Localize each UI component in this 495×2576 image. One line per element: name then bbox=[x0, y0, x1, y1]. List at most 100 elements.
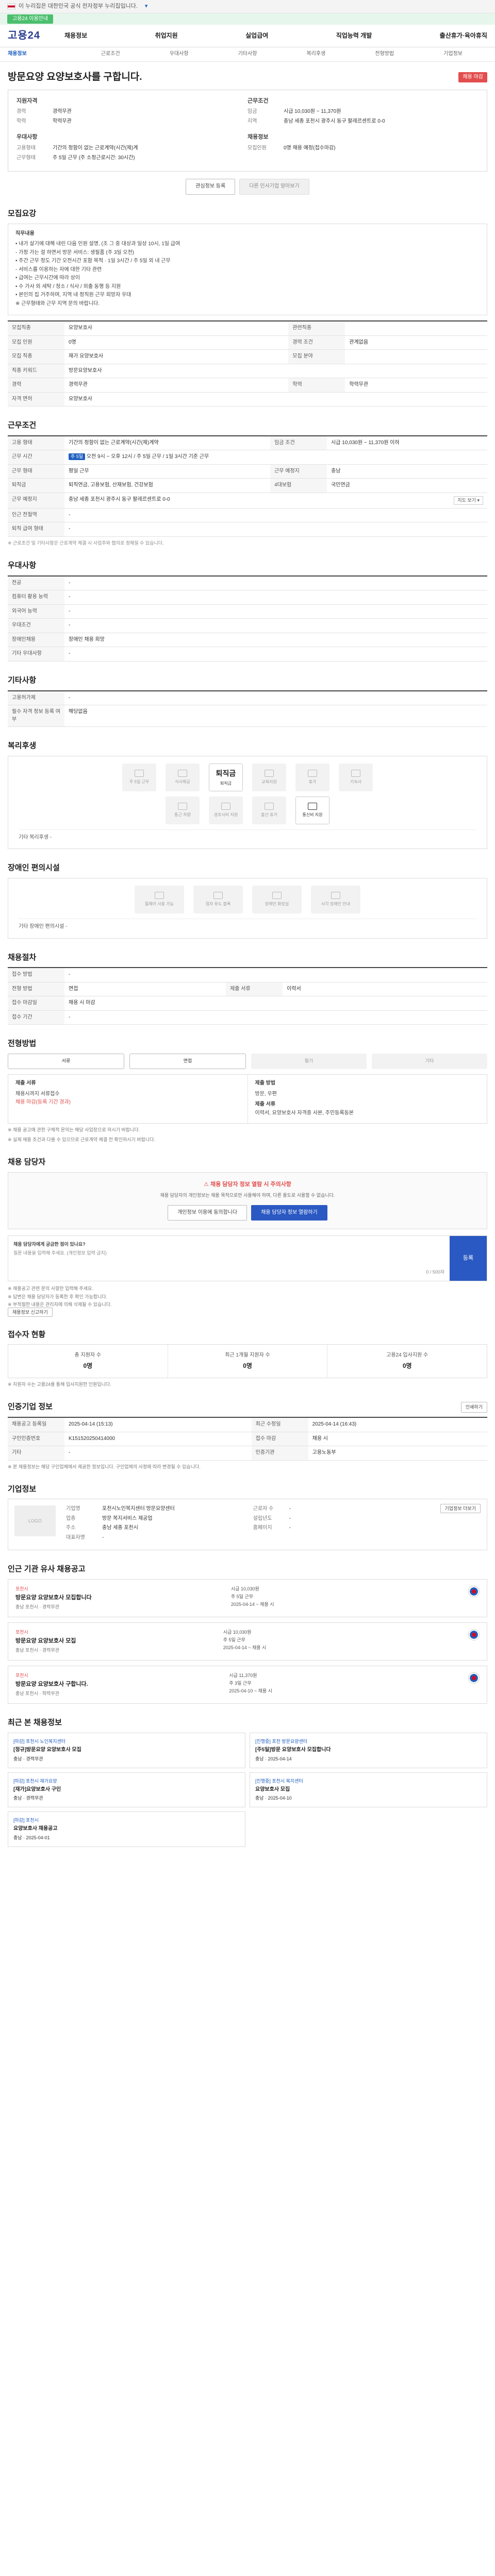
section-title-similar: 인근 기관 유사 채용공고 bbox=[8, 1565, 86, 1574]
facility-label: 휠체어 사용 가능 bbox=[145, 902, 174, 907]
stats-note: ※ 지원자 수는 고용24를 통해 입사지원한 인원입니다. bbox=[8, 1382, 111, 1387]
tab-welfare[interactable]: 복리후생 bbox=[282, 50, 350, 58]
other-company-button[interactable]: 다른 인사기업 알아보기 bbox=[239, 179, 309, 195]
welfare-label: 통신비 지원 bbox=[302, 812, 323, 817]
job-title[interactable]: 방문요양 요양보호사 모집합니다 bbox=[15, 1594, 92, 1602]
logo[interactable]: 고용24 bbox=[8, 28, 64, 43]
tab-conditions[interactable]: 근로조건 bbox=[76, 50, 145, 58]
tab-screening[interactable]: 전형방법 bbox=[350, 50, 419, 58]
viewed-meta: 충남 · 경력무관 bbox=[13, 1756, 43, 1761]
welfare-label: 퇴직금 bbox=[220, 781, 232, 786]
job-title[interactable]: 방문요양 요양보호사 구합니다. bbox=[15, 1681, 88, 1689]
viewed-tag: [진행중] 포천 방문요양센터 bbox=[255, 1739, 308, 1744]
welfare-label: 기숙사 bbox=[350, 779, 362, 784]
job-desc-line: - 서비스를 이용하는 자에 대한 기타 관련 bbox=[15, 266, 102, 273]
cell: 면접 bbox=[64, 982, 226, 997]
cell-head: 접수 마감 bbox=[251, 1432, 308, 1447]
gnb-item-benefits[interactable]: 실업급여 bbox=[245, 31, 268, 40]
screening-box: 제출 서류 채용시까지 서류접수 채용 마감(등록 기간 경과) 제출 방법 방… bbox=[8, 1074, 487, 1124]
table-row: 모집직종 요양보호사 관련직종 bbox=[8, 321, 487, 336]
viewed-card[interactable]: [마감] 포천시 요양보호사 채용공고 충남 · 2025-04-01 bbox=[8, 1811, 245, 1847]
table-row: 근무 형태 평일 근무 근무 예정지 충남 bbox=[8, 464, 487, 479]
consent-button[interactable]: 개인정보 이용에 동의합니다 bbox=[168, 1205, 248, 1221]
cell-head: 퇴직금 bbox=[8, 478, 64, 493]
screening-red: 채용 마감(등록 기간 경과) bbox=[15, 1099, 71, 1106]
job-title[interactable]: 방문요양 요양보호사 모집 bbox=[15, 1637, 76, 1646]
scrap-button[interactable]: 관심정보 등록 bbox=[186, 179, 236, 195]
contact-warn-text: 채용 담당자 정보 열람 시 주의사항 bbox=[210, 1181, 291, 1188]
table-row: 컴퓨터 활용 능력 - bbox=[8, 590, 487, 605]
guide-icon bbox=[331, 892, 340, 900]
tab-preference[interactable]: 우대사항 bbox=[145, 50, 213, 58]
kv-key: 임금 bbox=[248, 109, 257, 115]
viewed-card[interactable]: [마감] 포천시 노인복지센터 [정규]방문요양 요양보호사 모집 충남 · 경력무… bbox=[8, 1733, 245, 1768]
cell-head: 우대조건 bbox=[8, 618, 64, 633]
job-meta: 충남 포천시 · 경력무관 bbox=[15, 1604, 60, 1610]
kv-key: 업종 bbox=[66, 1515, 76, 1521]
screening-line: 이력서, 요양보호사 자격증 사본, 주민등록등본 bbox=[255, 1110, 354, 1116]
job-org: 포천시 bbox=[15, 1673, 28, 1679]
job-desc-line: • 급여는 근무시간에 따라 상이 bbox=[15, 275, 80, 281]
welfare-label: 경조사비 지원 bbox=[213, 812, 238, 817]
qa-submit-button[interactable]: 등록 bbox=[450, 1236, 487, 1281]
viewed-card[interactable]: [진행중] 포천시 복지센터 요양보호사 모집 충남 · 2025-04-10 bbox=[250, 1772, 487, 1808]
summary-pref-head: 우대사항 bbox=[16, 134, 38, 141]
stat-value: 0명 bbox=[83, 1362, 93, 1369]
cell-head: 모집직종 bbox=[8, 321, 64, 336]
section-title-disabled: 장애인 편의시설 bbox=[8, 863, 60, 873]
viewed-title[interactable]: [주5일]방문 요양보호사 모집합니다 bbox=[255, 1747, 482, 1754]
job-desc-line: • 내가 살기에 대해 내린 다음 인원 설명, (조 그 중 대상과 일상 1… bbox=[15, 241, 180, 247]
viewed-title[interactable]: [재가]요양보호사 구인 bbox=[13, 1786, 240, 1794]
screening-left-head: 제출 서류 bbox=[15, 1080, 36, 1087]
stat-label: 총 지원자 수 bbox=[74, 1352, 102, 1359]
flag-icon bbox=[7, 4, 15, 9]
facility-item: 장애인 화장실 bbox=[252, 886, 302, 914]
report-button[interactable]: 채용정보 신고하기 bbox=[8, 1307, 53, 1317]
cell: 채용 시 bbox=[308, 1432, 487, 1447]
welfare-label: 식사제공 bbox=[175, 779, 190, 784]
gnb-item-jobs[interactable]: 채용정보 bbox=[64, 31, 87, 40]
job-desc-line: • 수 가사 외 세탁 / 청소 / 식사 / 외출 동행 등 지원 bbox=[15, 283, 121, 290]
cell: 경력무관 bbox=[64, 378, 289, 393]
print-button[interactable]: 인쇄하기 bbox=[460, 1402, 487, 1413]
screening-note: ※ 실제 채용 조건과 다를 수 있으므로 근로계약 체결 전 확인하시기 바랍… bbox=[8, 1137, 155, 1143]
gov-banner-toggle[interactable]: ▾ bbox=[145, 3, 148, 11]
table-row: 전형 방법 면접 제출 서류 이력서 bbox=[8, 982, 487, 997]
table-row: 모집 인원 0명 경력 조건 관계없음 bbox=[8, 335, 487, 350]
facility-label: 시각 장애인 안내 bbox=[321, 902, 350, 907]
stat-item: 최근 1개월 지원자 수 0명 bbox=[168, 1345, 328, 1378]
viewed-title[interactable]: 요양보호사 채용공고 bbox=[13, 1825, 240, 1833]
warning-icon: ⚠ bbox=[204, 1181, 210, 1188]
tab-recruit[interactable]: 채용정보 bbox=[8, 50, 76, 58]
summary-qual-head: 지원자격 bbox=[16, 97, 38, 104]
cell: 장애인 채용 희망 bbox=[64, 633, 487, 648]
qa-input[interactable]: 채용 담당자에게 궁금한 점이 있나요? 질문 내용을 입력해 주세요. (개인… bbox=[8, 1236, 450, 1281]
gnb-item-training[interactable]: 직업능력 개발 bbox=[336, 31, 372, 40]
gnb-item-leave[interactable]: 출산휴가·육아휴직 bbox=[440, 31, 487, 40]
job-card[interactable]: 포천시 방문요양 요양보호사 구합니다. 충남 포천시 · 학력무관 시급 11,3… bbox=[8, 1666, 487, 1704]
cell: - bbox=[64, 690, 487, 706]
contact-warn: ⚠ 채용 담당자 정보 열람 시 주의사항 bbox=[16, 1181, 478, 1189]
screening-status: 채용시까지 서류접수 bbox=[15, 1091, 60, 1097]
viewed-title[interactable]: 요양보호사 모집 bbox=[255, 1786, 482, 1794]
cell-head: 컴퓨터 활용 능력 bbox=[8, 590, 64, 605]
tab-company[interactable]: 기업정보 bbox=[419, 50, 487, 58]
guide-button[interactable]: 고용24 이용안내 bbox=[7, 14, 54, 24]
viewed-title[interactable]: [정규]방문요양 요양보호사 모집 bbox=[13, 1747, 240, 1754]
qa-note: ※ 채용공고 관련 문의 사항만 입력해 주세요. bbox=[8, 1286, 93, 1292]
section-tabs: 채용정보 근로조건 우대사항 기타사항 복리후생 전형방법 기업정보 bbox=[0, 47, 495, 62]
map-button[interactable]: 지도 보기 ▾ bbox=[454, 496, 483, 505]
cell-head: 고용허가제 bbox=[8, 690, 64, 706]
viewed-card[interactable]: [진행중] 포천 방문요양센터 [주5일]방문 요양보호사 모집합니다 충남 · 2… bbox=[250, 1733, 487, 1768]
guide-strip: 고용24 이용안내 bbox=[0, 13, 495, 25]
qa-placeholder: 질문 내용을 입력해 주세요. (개인정보 입력 금지) bbox=[13, 1250, 107, 1256]
tab-etc[interactable]: 기타사항 bbox=[213, 50, 282, 58]
company-more-button[interactable]: 기업정보 더보기 bbox=[440, 1504, 481, 1514]
job-card[interactable]: 포천시 방문요양 요양보호사 모집합니다 충남 포천시 · 경력무관 시급 10,0… bbox=[8, 1579, 487, 1618]
job-card[interactable]: 포천시 방문요양 요양보호사 모집 충남 포천시 · 경력무관 시급 10,030원… bbox=[8, 1622, 487, 1661]
viewed-card[interactable]: [마감] 포천시 재가요양 [재가]요양보호사 구인 충남 · 경력무관 bbox=[8, 1772, 245, 1808]
table-row: 외국어 능력 - bbox=[8, 604, 487, 619]
gnb-item-support[interactable]: 취업지원 bbox=[155, 31, 178, 40]
view-contact-button[interactable]: 채용 담당자 정보 열람하기 bbox=[251, 1205, 327, 1221]
cell bbox=[345, 321, 487, 336]
